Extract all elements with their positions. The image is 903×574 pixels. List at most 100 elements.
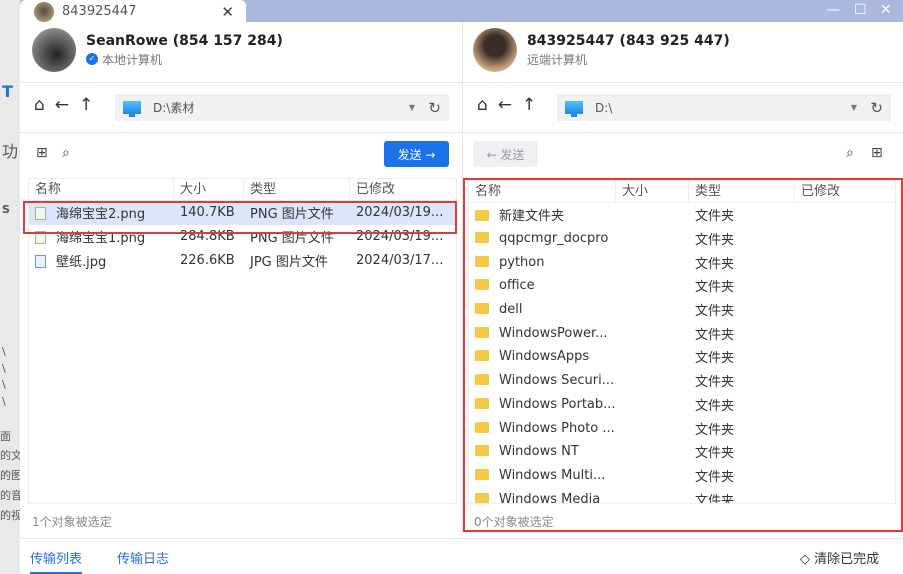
search-icon[interactable]: ⌕ [846, 145, 854, 161]
column-type[interactable]: 类型 [244, 179, 350, 200]
minimize-button[interactable]: — [826, 0, 840, 22]
remote-file-table: 名称 大小 类型 已修改 新建文件夹 文件夹 qqpcmgr_docpro 文件夹 py… [468, 180, 896, 504]
file-name-cell: python [469, 255, 689, 270]
table-row[interactable]: dell 文件夹 [469, 298, 895, 322]
file-name: Windows NT [499, 444, 579, 460]
up-arrow-icon[interactable]: ↑ [522, 95, 536, 115]
file-name-cell: office [469, 278, 689, 293]
folder-icon [475, 255, 489, 267]
file-name-cell: Windows Portab... [469, 397, 689, 412]
file-name: WindowsPower... [499, 325, 608, 341]
file-type: 文件夹 [695, 422, 735, 438]
file-name-cell: Windows Media [469, 492, 689, 503]
clear-completed-button[interactable]: ◇ 清除已完成 [800, 548, 879, 567]
remote-user-name: 843925447 (843 925 447) [527, 32, 730, 49]
refresh-icon[interactable]: ↻ [870, 99, 883, 117]
table-row[interactable]: Windows Photo ... 文件夹 [469, 416, 895, 440]
file-name: qqpcmgr_docpro [499, 231, 609, 247]
folder-icon [475, 279, 489, 291]
close-window-button[interactable]: ✕ [880, 0, 892, 22]
tab-transfer-list[interactable]: 传输列表 [30, 548, 83, 574]
search-icon[interactable]: ⌕ [62, 145, 70, 161]
table-row[interactable]: python 文件夹 [469, 250, 895, 274]
local-path-field[interactable]: D:\素材 ▼ ↻ [115, 94, 449, 121]
bg-fragment: 的图 [0, 469, 22, 482]
tab-transfer-log[interactable]: 传输日志 [117, 548, 169, 567]
local-nav: ⌂ ← ↑ [34, 95, 93, 115]
column-modified[interactable]: 已修改 [350, 179, 456, 200]
file-name-cell: Windows Multi... [469, 468, 689, 483]
table-row[interactable]: Windows Portab... 文件夹 [469, 393, 895, 417]
table-row[interactable]: Windows Media 文件夹 [469, 487, 895, 503]
background-app: T 功 S \ \ \ \ 面 的文 的图 的音 的视 [0, 0, 22, 574]
folder-icon [475, 232, 489, 244]
file-type: 文件夹 [695, 304, 735, 320]
back-arrow-icon[interactable]: ← [55, 95, 69, 115]
new-folder-icon[interactable]: ⊞ [871, 145, 883, 161]
up-arrow-icon[interactable]: ↑ [79, 95, 93, 115]
remote-path-field[interactable]: D:\ ▼ ↻ [557, 94, 891, 121]
bg-fragment: T [2, 82, 13, 101]
column-size[interactable]: 大小 [616, 181, 689, 202]
table-row[interactable]: WindowsPower... 文件夹 [469, 321, 895, 345]
send-to-local-button[interactable]: ← 发送 [473, 141, 538, 167]
table-row[interactable]: Windows Securi... 文件夹 [469, 369, 895, 393]
local-path: D:\素材 [153, 101, 195, 115]
table-row[interactable]: qqpcmgr_docpro 文件夹 [469, 227, 895, 251]
table-row[interactable]: 壁纸.jpg 226.6KB JPG 图片文件 2024/03/17... [29, 248, 456, 272]
file-name: dell [499, 302, 523, 318]
column-name[interactable]: 名称 [469, 181, 616, 202]
file-name-cell: 壁纸.jpg [29, 251, 174, 270]
file-type: 文件夹 [695, 398, 735, 414]
table-row[interactable]: WindowsApps 文件夹 [469, 345, 895, 369]
file-name: 新建文件夹 [499, 209, 565, 225]
file-type: 文件夹 [695, 446, 735, 462]
folder-icon [475, 468, 489, 480]
maximize-button[interactable]: ☐ [854, 0, 867, 22]
local-avatar [32, 28, 76, 72]
table-row[interactable]: Windows NT 文件夹 [469, 440, 895, 464]
bg-fragment: \ [2, 395, 6, 408]
folder-icon [475, 210, 489, 222]
dropdown-icon[interactable]: ▼ [851, 103, 857, 112]
file-size: 226.6KB [180, 252, 235, 268]
computer-icon [123, 101, 141, 117]
file-type: JPG 图片文件 [250, 254, 328, 270]
table-row[interactable]: 新建文件夹 文件夹 [469, 203, 895, 227]
file-type: 文件夹 [695, 351, 735, 367]
local-user-name: SeanRowe (854 157 284) [86, 32, 283, 49]
column-modified[interactable]: 已修改 [795, 181, 895, 202]
file-type: 文件夹 [695, 469, 735, 485]
table-row[interactable]: office 文件夹 [469, 274, 895, 298]
send-to-remote-button[interactable]: 发送 → [384, 141, 449, 167]
column-size[interactable]: 大小 [174, 179, 244, 200]
file-name-cell: Windows Photo ... [469, 421, 689, 436]
remote-path: D:\ [595, 100, 613, 115]
new-folder-icon[interactable]: ⊞ [36, 145, 48, 161]
back-arrow-icon[interactable]: ← [498, 95, 512, 115]
session-tab[interactable]: 843925447 ✕ [20, 0, 246, 23]
column-name[interactable]: 名称 [29, 179, 174, 200]
file-name-cell: Windows NT [469, 444, 689, 459]
file-name: Windows Multi... [499, 467, 606, 483]
column-type[interactable]: 类型 [689, 181, 795, 202]
highlight-box [23, 201, 457, 234]
bg-fragment: 的音 [0, 489, 22, 502]
jpg-file-icon [35, 254, 46, 268]
file-name: 壁纸.jpg [56, 254, 107, 270]
refresh-icon[interactable]: ↻ [428, 99, 441, 117]
file-name: Windows Securi... [499, 373, 615, 389]
local-label: 本地计算机 [102, 52, 163, 67]
table-row[interactable]: Windows Multi... 文件夹 [469, 464, 895, 488]
bg-fragment: 的视 [0, 509, 22, 522]
home-icon[interactable]: ⌂ [477, 95, 488, 115]
remote-header: 843925447 (843 925 447) 远端计算机 [473, 28, 730, 72]
file-name: office [499, 278, 535, 294]
bg-fragment: 的文 [0, 449, 22, 462]
dropdown-icon[interactable]: ▼ [409, 103, 415, 112]
home-icon[interactable]: ⌂ [34, 95, 45, 115]
file-name-cell: qqpcmgr_docpro [469, 231, 689, 246]
bg-fragment: \ [2, 378, 6, 391]
close-tab-icon[interactable]: ✕ [221, 3, 234, 21]
file-name: Windows Portab... [499, 396, 616, 412]
